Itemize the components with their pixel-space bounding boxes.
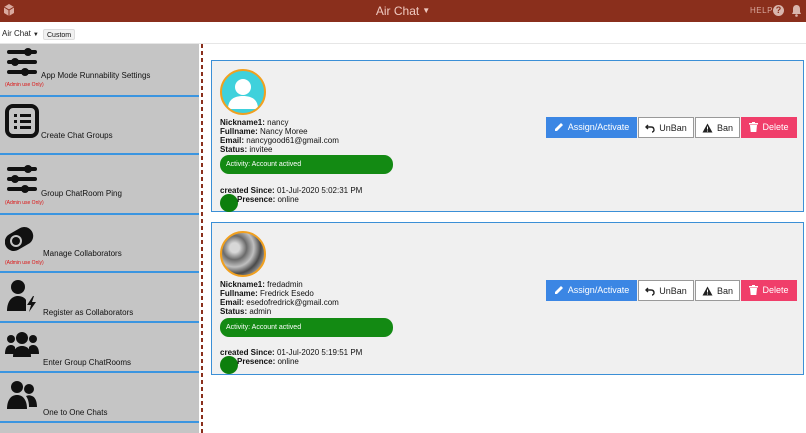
sliders-icon (7, 165, 37, 193)
presence-label: Presence: (237, 357, 276, 366)
unban-label: UnBan (659, 123, 687, 133)
sidebar-item-label: App Mode Runnability Settings (41, 71, 151, 80)
delete-button[interactable]: Delete (741, 117, 797, 138)
created-value: 01-Jul-2020 5:02:31 PM (276, 186, 363, 195)
admin-only-note: (Admin use Only) (5, 82, 44, 88)
question-icon[interactable]: ? (773, 5, 784, 16)
app-title-dropdown[interactable]: Air Chat ▼ (0, 4, 806, 18)
sub-toolbar: Air Chat ▼ Custom (0, 22, 806, 44)
trash-icon (749, 122, 759, 132)
online-status-dot (220, 194, 238, 212)
warning-icon (702, 286, 713, 296)
assign-activate-button[interactable]: Assign/Activate (546, 280, 637, 301)
nickname-label: Nickname1: (220, 118, 265, 127)
activity-badge: Activity: Account actived (220, 155, 393, 174)
presence-value: online (277, 195, 299, 204)
email-value: nancygood61@gmail.com (246, 136, 339, 145)
assign-label: Assign/Activate (567, 122, 630, 132)
ban-button[interactable]: Ban (695, 280, 740, 301)
sidebar: App Mode Runnability Settings (Admin use… (0, 44, 199, 433)
online-status-dot (220, 356, 238, 374)
unban-button[interactable]: UnBan (638, 117, 694, 138)
sidebar-item-label: Register as Collaborators (43, 308, 134, 317)
created-since: created Since: 01-Jul-2020 5:02:31 PM (220, 186, 362, 195)
user-bolt-icon (7, 280, 36, 312)
app-title: Air Chat (375, 4, 420, 18)
warning-icon (702, 123, 713, 133)
admin-only-note: (Admin use Only) (5, 200, 44, 206)
bell-icon[interactable] (791, 4, 802, 17)
caret-down-icon: ▼ (422, 6, 431, 15)
activity-badge: Activity: Account actived (220, 318, 393, 337)
status-label: Status: (220, 145, 248, 154)
user-pair-icon (7, 381, 37, 409)
sidebar-item-register-collaborators[interactable]: Register as Collaborators (0, 273, 199, 323)
fullname-value: Nancy Moree (260, 127, 308, 136)
toggle-icon (5, 227, 34, 251)
nickname-label: Nickname1: (220, 280, 265, 289)
nickname-value: nancy (267, 118, 289, 127)
app-header: Air Chat ▼ HELP ? (0, 0, 806, 22)
sidebar-item-create-chat-groups[interactable]: Create Chat Groups (0, 97, 199, 155)
email-label: Email: (220, 298, 245, 307)
users-group-icon (5, 332, 39, 357)
pencil-icon (554, 286, 563, 294)
sidebar-item-label: Create Chat Groups (41, 131, 113, 140)
user-details: Nickname1: fredadmin Fullname: Fredrick … (220, 280, 339, 316)
sidebar-item-app-mode[interactable]: App Mode Runnability Settings (Admin use… (0, 44, 199, 97)
sidebar-item-enter-group-chatrooms[interactable]: Enter Group ChatRooms (0, 323, 199, 373)
delete-button[interactable]: Delete (741, 280, 797, 301)
ban-button[interactable]: Ban (695, 117, 740, 138)
undo-icon (645, 124, 655, 133)
status-value: admin (249, 307, 272, 316)
trash-icon (749, 285, 759, 295)
sidebar-item-label: Manage Collaborators (43, 249, 122, 258)
app-select[interactable]: Air Chat ▼ (2, 29, 39, 38)
user-card: Nickname1: fredadmin Fullname: Fredrick … (211, 222, 804, 375)
email-value: esedofredrick@gmail.com (246, 298, 339, 307)
status-value: invitee (249, 145, 273, 154)
custom-button[interactable]: Custom (43, 29, 76, 40)
user-placeholder-icon (228, 79, 258, 109)
email-label: Email: (220, 136, 245, 145)
sidebar-item-one-to-one-chats[interactable]: One to One Chats (0, 373, 199, 423)
sliders-icon (7, 48, 37, 76)
undo-icon (645, 287, 655, 296)
assign-label: Assign/Activate (567, 285, 630, 295)
status-label: Status: (220, 307, 248, 316)
list-icon (5, 104, 39, 138)
sidebar-item-group-chatroom-ping[interactable]: Group ChatRoom Ping (Admin use Only) (0, 155, 199, 215)
nickname-value: fredadmin (267, 280, 303, 289)
user-card: Nickname1: nancy Fullname: Nancy Moree E… (211, 60, 804, 212)
avatar (220, 69, 266, 115)
unban-label: UnBan (659, 286, 687, 296)
sidebar-item-label: Group ChatRoom Ping (41, 189, 122, 198)
sidebar-divider (201, 44, 203, 433)
avatar (220, 231, 266, 277)
sidebar-item-label: One to One Chats (43, 408, 108, 417)
help-link[interactable]: HELP (750, 6, 773, 15)
pencil-icon (554, 123, 563, 131)
presence-label: Presence: (237, 195, 276, 204)
sidebar-item-manage-collaborators[interactable]: Manage Collaborators (Admin use Only) (0, 215, 199, 273)
admin-only-note: (Admin use Only) (5, 260, 44, 266)
ban-label: Ban (716, 286, 733, 296)
delete-label: Delete (762, 122, 789, 132)
caret-down-icon: ▼ (32, 32, 39, 38)
delete-label: Delete (762, 285, 789, 295)
ban-label: Ban (716, 123, 733, 133)
assign-activate-button[interactable]: Assign/Activate (546, 117, 637, 138)
created-since: created Since: 01-Jul-2020 5:19:51 PM (220, 348, 362, 357)
created-value: 01-Jul-2020 5:19:51 PM (276, 348, 363, 357)
app-select-value: Air Chat (2, 29, 31, 38)
sidebar-item-label: Enter Group ChatRooms (43, 358, 132, 367)
user-details: Nickname1: nancy Fullname: Nancy Moree E… (220, 118, 339, 154)
fullname-label: Fullname: (220, 289, 258, 298)
unban-button[interactable]: UnBan (638, 280, 694, 301)
fullname-label: Fullname: (220, 127, 258, 136)
presence-value: online (277, 357, 299, 366)
fullname-value: Fredrick Esedo (260, 289, 314, 298)
